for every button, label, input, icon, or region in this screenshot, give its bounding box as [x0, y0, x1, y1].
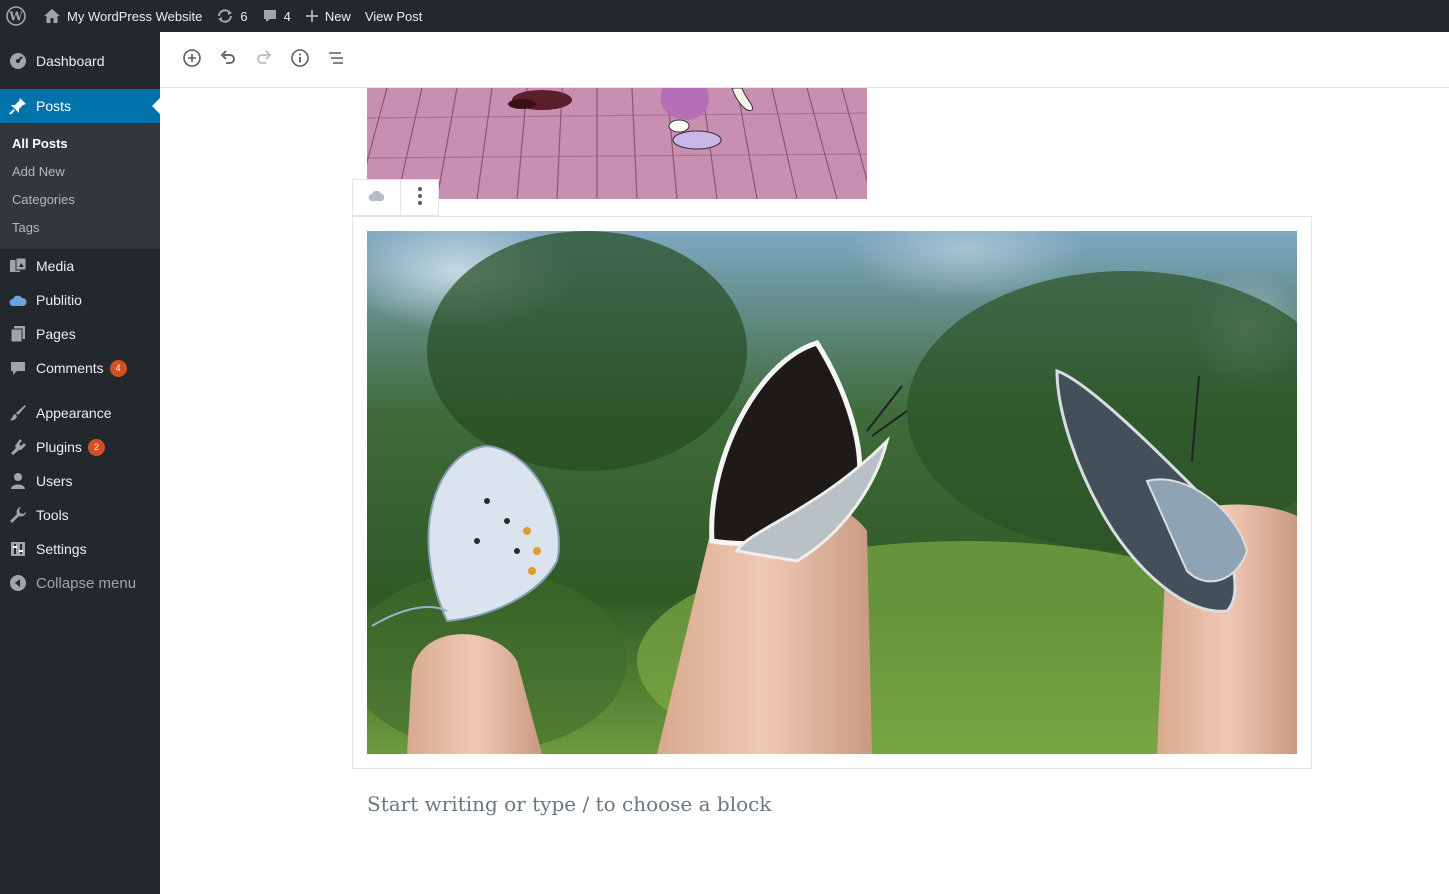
menu-label-media: Media — [36, 258, 75, 274]
plugins-badge: 2 — [87, 438, 105, 456]
paintbrush-icon — [8, 403, 28, 423]
site-name-label: My WordPress Website — [67, 8, 203, 24]
new-content-link[interactable]: New — [298, 0, 358, 32]
menu-label-plugins: Plugins — [36, 439, 82, 455]
updates-link[interactable]: 6 — [209, 0, 254, 32]
pushpin-icon — [8, 96, 28, 116]
content-info-button[interactable] — [282, 42, 318, 78]
updates-icon — [216, 8, 234, 24]
block-navigation-button[interactable] — [318, 42, 354, 78]
info-icon — [290, 48, 310, 71]
add-block-icon — [182, 48, 202, 71]
menu-item-dashboard[interactable]: Dashboard — [0, 44, 160, 78]
menu-label-users: Users — [36, 473, 73, 489]
menu-label-settings: Settings — [36, 541, 87, 557]
menu-item-appearance[interactable]: Appearance — [0, 396, 160, 430]
editor-header-toolbar — [160, 32, 1449, 88]
comments-count: 4 — [283, 8, 291, 24]
add-block-button[interactable] — [174, 42, 210, 78]
menu-item-posts[interactable]: Posts — [0, 89, 160, 123]
submenu-add-new[interactable]: Add New — [0, 158, 160, 186]
more-options-button[interactable] — [401, 180, 438, 215]
wrench-icon — [8, 505, 28, 525]
menu-item-users[interactable]: Users — [0, 464, 160, 498]
selected-image-block[interactable] — [352, 216, 1312, 769]
menu-label-publitio: Publitio — [36, 292, 82, 308]
editor-canvas: Start writing or type / to choose a bloc… — [160, 88, 1449, 894]
cloud-icon — [368, 190, 386, 205]
menu-item-publitio[interactable]: Publitio — [0, 283, 160, 317]
menu-item-plugins[interactable]: Plugins 2 — [0, 430, 160, 464]
new-label: New — [324, 8, 351, 24]
menu-item-pages[interactable]: Pages — [0, 317, 160, 351]
menu-label-dashboard: Dashboard — [36, 53, 105, 69]
pages-icon — [8, 324, 28, 344]
butterfly-photo — [367, 231, 1297, 754]
menu-label-appearance: Appearance — [36, 405, 112, 421]
menu-item-tools[interactable]: Tools — [0, 498, 160, 532]
collapse-menu-button[interactable]: Collapse menu — [0, 566, 160, 600]
undo-icon — [218, 48, 238, 71]
admin-sidebar: Dashboard Posts All Posts Add New Catego… — [0, 32, 160, 894]
plugin-icon — [8, 437, 28, 457]
menu-label-comments: Comments — [36, 360, 104, 376]
updates-count: 6 — [240, 8, 248, 24]
block-navigation-icon — [326, 48, 346, 71]
menu-item-comments[interactable]: Comments 4 — [0, 351, 160, 385]
posts-submenu: All Posts Add New Categories Tags — [0, 123, 160, 249]
cloud-icon — [8, 290, 28, 310]
home-icon — [43, 8, 61, 24]
user-icon — [8, 471, 28, 491]
previous-image-block[interactable] — [367, 88, 867, 199]
block-toolbar — [352, 179, 439, 216]
comments-link[interactable]: 4 — [255, 0, 298, 32]
admin-bar: W My WordPress Website 6 4 New View Post — [0, 0, 1449, 32]
redo-button[interactable] — [246, 42, 282, 78]
menu-item-media[interactable]: Media — [0, 249, 160, 283]
comment-bubble-icon — [262, 8, 278, 24]
svg-text:W: W — [8, 10, 23, 24]
default-block-appender[interactable]: Start writing or type / to choose a bloc… — [367, 792, 771, 816]
media-icon — [8, 256, 28, 276]
site-name-link[interactable]: My WordPress Website — [36, 0, 209, 32]
menu-item-settings[interactable]: Settings — [0, 532, 160, 566]
view-post-label: View Post — [364, 8, 423, 24]
comments-badge: 4 — [109, 359, 127, 377]
plus-icon — [305, 9, 319, 23]
undo-button[interactable] — [210, 42, 246, 78]
menu-label-posts: Posts — [36, 98, 72, 114]
redo-icon — [254, 48, 274, 71]
settings-sliders-icon — [8, 539, 28, 559]
collapse-menu-label: Collapse menu — [36, 574, 137, 592]
menu-label-tools: Tools — [36, 507, 69, 523]
menu-label-pages: Pages — [36, 326, 76, 342]
collapse-arrow-icon — [8, 573, 28, 593]
more-options-icon — [417, 186, 423, 209]
submenu-categories[interactable]: Categories — [0, 186, 160, 214]
submenu-all-posts[interactable]: All Posts — [0, 130, 160, 158]
block-type-button[interactable] — [353, 180, 401, 215]
wordpress-logo-icon[interactable]: W — [0, 0, 36, 32]
view-post-link[interactable]: View Post — [358, 0, 430, 32]
comment-icon — [8, 358, 28, 378]
dashboard-gauge-icon — [8, 51, 28, 71]
submenu-tags[interactable]: Tags — [0, 214, 160, 242]
